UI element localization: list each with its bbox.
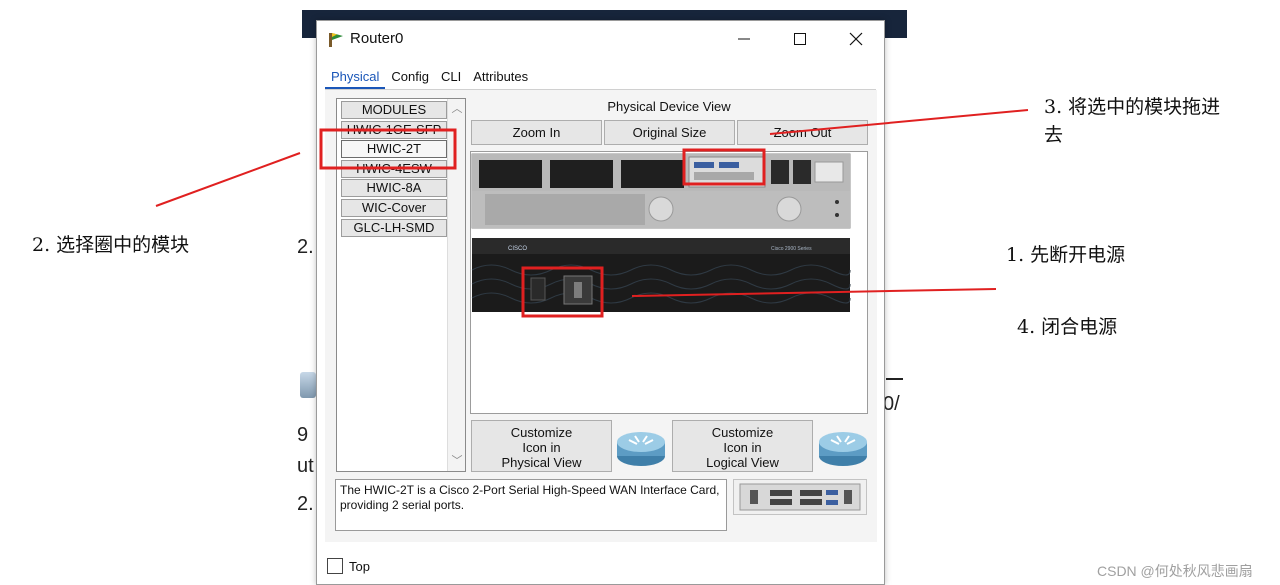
- background-text-fragment: ut: [297, 455, 314, 477]
- customize-logical-line-1: Customize: [711, 425, 774, 440]
- module-list-header: MODULES: [341, 101, 447, 119]
- annotation-step-3-line-2: 去: [1044, 124, 1064, 146]
- serial-port: [694, 162, 714, 168]
- screenshot-stage: 2. 9 ut 2. 0/ Router0 Physical Config CL…: [0, 0, 1280, 585]
- power-supply-vent: [485, 194, 645, 225]
- module-item-hwic-4esw[interactable]: HWIC-4ESW: [341, 159, 447, 178]
- fan-housing: [648, 196, 674, 222]
- close-button[interactable]: [833, 21, 879, 57]
- serial-port: [719, 162, 739, 168]
- module-description: The HWIC-2T is a Cisco 2-Port Serial Hig…: [335, 479, 727, 531]
- annotation-step-2: 2. 选择圈中的模块: [32, 234, 190, 256]
- tab-config[interactable]: Config: [385, 67, 435, 89]
- scroll-down-icon[interactable]: ﹀: [451, 455, 463, 467]
- router-logical-icon: [819, 432, 867, 466]
- fan-housing: [776, 196, 802, 222]
- background-rule: [886, 378, 903, 380]
- module-item-hwic-2t[interactable]: HWIC-2T: [341, 140, 447, 159]
- router-physical-icon: [617, 432, 665, 466]
- top-checkbox-label: Top: [349, 558, 370, 574]
- maximize-button[interactable]: [777, 21, 823, 57]
- tab-bar: Physical Config CLI Attributes: [325, 67, 534, 89]
- router-window: Router0 Physical Config CLI Attributes M…: [316, 20, 885, 585]
- cisco-logo-plate: [814, 161, 844, 183]
- customize-physical-icon-button[interactable]: Customize Icon in Physical View: [471, 420, 612, 472]
- module-item-wic-cover[interactable]: WIC-Cover: [341, 198, 447, 217]
- top-checkbox[interactable]: [327, 558, 343, 574]
- annotation-step-4: 4. 闭合电源: [1017, 316, 1118, 338]
- power-switch-toggle: [574, 282, 582, 298]
- chassis-brand-label: CISCO: [508, 246, 527, 252]
- hwic-slot-1: [550, 160, 613, 188]
- customize-physical-line-1: Customize: [510, 425, 573, 440]
- zoom-out-button[interactable]: Zoom Out: [737, 120, 868, 145]
- module-item-hwic-1ge-sfp[interactable]: HWIC-1GE-SFP: [341, 120, 447, 139]
- background-text-fragment: 2.: [297, 236, 314, 258]
- ethernet-port: [771, 160, 789, 184]
- hwic-2t-preview-graphic: [739, 483, 861, 511]
- module-preview-image: [733, 479, 867, 515]
- background-image-fragment: [300, 372, 316, 398]
- hwic-connector: [694, 172, 754, 180]
- zoom-in-button[interactable]: Zoom In: [471, 120, 602, 145]
- hwic-slot-2: [621, 160, 684, 188]
- router-chassis-graphic: CISCO Cisco 2900 Series: [471, 153, 851, 312]
- customize-physical-line-3: Physical View: [501, 455, 582, 470]
- module-list[interactable]: MODULES HWIC-1GE-SFP HWIC-2T HWIC-4ESW H…: [336, 98, 466, 472]
- tab-physical[interactable]: Physical: [325, 67, 386, 89]
- module-list-scrollbar[interactable]: ︿ ﹀: [447, 99, 465, 471]
- customize-logical-line-2: Icon in: [723, 440, 762, 455]
- original-size-button[interactable]: Original Size: [604, 120, 735, 145]
- ethernet-port: [793, 160, 811, 184]
- device-view-area[interactable]: CISCO Cisco 2900 Series: [470, 151, 868, 414]
- tab-attributes[interactable]: Attributes: [467, 67, 534, 89]
- customize-physical-line-2: Icon in: [522, 440, 561, 455]
- background-text-fragment: 2.: [297, 493, 314, 515]
- module-list-items: MODULES HWIC-1GE-SFP HWIC-2T HWIC-4ESW H…: [341, 101, 447, 238]
- background-text-fragment: 0/: [883, 393, 900, 415]
- csdn-watermark: CSDN @何处秋风悲画扇: [1097, 563, 1253, 579]
- hwic-slot-0: [479, 160, 542, 188]
- annotation-line-step2: [155, 152, 301, 207]
- customize-logical-icon-button[interactable]: Customize Icon in Logical View: [672, 420, 813, 472]
- maximize-icon: [794, 33, 806, 45]
- background-text-fragment: 9: [297, 424, 309, 446]
- module-item-hwic-8a[interactable]: HWIC-8A: [341, 179, 447, 198]
- physical-device-view-label: Physical Device View: [607, 99, 731, 114]
- tab-cli[interactable]: CLI: [435, 67, 467, 89]
- minimize-button[interactable]: [721, 21, 767, 57]
- minimize-icon: [738, 38, 750, 40]
- close-icon: [849, 32, 863, 46]
- router-app-icon: [329, 33, 343, 47]
- physical-panel: MODULES HWIC-1GE-SFP HWIC-2T HWIC-4ESW H…: [325, 90, 877, 542]
- top-row: Top: [327, 558, 370, 574]
- annotation-step-3-line-1: 3. 将选中的模块拖进: [1044, 96, 1221, 118]
- module-item-glc-lh-smd[interactable]: GLC-LH-SMD: [341, 218, 447, 237]
- title-bar[interactable]: Router0: [317, 21, 884, 57]
- customize-logical-line-3: Logical View: [706, 455, 779, 470]
- scroll-up-icon[interactable]: ︿: [451, 103, 463, 115]
- annotation-step-1: 1. 先断开电源: [1006, 244, 1126, 266]
- chassis-model-label: Cisco 2900 Series: [771, 246, 812, 252]
- window-title: Router0: [350, 30, 404, 47]
